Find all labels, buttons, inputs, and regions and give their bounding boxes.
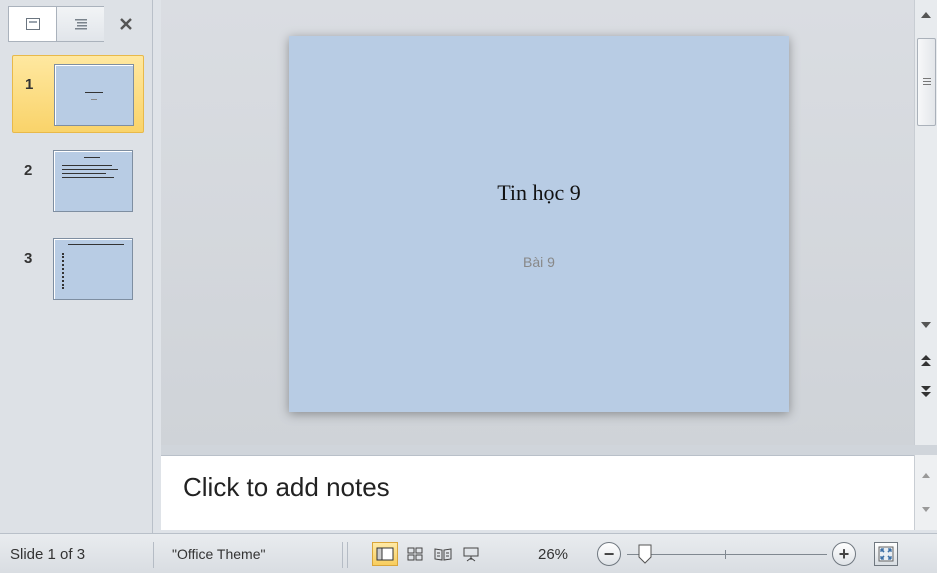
- reading-view-icon: [434, 548, 452, 561]
- normal-view-button[interactable]: [372, 542, 398, 566]
- slide-subtitle[interactable]: Bài 9: [289, 254, 789, 270]
- fit-to-window-icon: [878, 546, 894, 562]
- previous-slide-icon[interactable]: [920, 354, 932, 368]
- notes-scroll-up-icon[interactable]: [922, 473, 930, 478]
- outline-icon: [74, 19, 87, 30]
- scroll-up-arrow-icon[interactable]: [921, 12, 931, 18]
- slide-preview: [54, 64, 134, 126]
- slide-sorter-button[interactable]: [402, 542, 428, 566]
- vertical-scrollbar[interactable]: [914, 0, 937, 445]
- slide-preview: [53, 238, 133, 300]
- close-pane-button[interactable]: [104, 6, 148, 42]
- slides-pane: 1 2 3: [0, 0, 153, 533]
- slide-show-button[interactable]: [458, 542, 484, 566]
- notes-pane[interactable]: Click to add notes: [161, 455, 914, 530]
- slide-thumbnail-3[interactable]: 3: [12, 230, 144, 308]
- slide-editor-area[interactable]: Tin học 9 Bài 9: [161, 0, 914, 445]
- slide-thumbnail-1[interactable]: 1: [12, 55, 144, 133]
- theme-label[interactable]: "Office Theme": [172, 534, 265, 573]
- zoom-level-label[interactable]: 26%: [538, 534, 568, 573]
- zoom-in-button[interactable]: +: [832, 542, 856, 566]
- slide-count-label: Slide 1 of 3: [10, 545, 86, 563]
- pane-tabs: [8, 6, 148, 42]
- notes-scrollbar[interactable]: [914, 455, 937, 530]
- zoom-slider-track[interactable]: [627, 554, 827, 555]
- notes-placeholder[interactable]: Click to add notes: [183, 472, 390, 503]
- scroll-down-arrow-icon[interactable]: [921, 322, 931, 328]
- close-icon: [120, 18, 132, 30]
- slide-sorter-icon: [407, 547, 423, 561]
- fit-slide-button[interactable]: [874, 542, 898, 566]
- slide-title[interactable]: Tin học 9: [289, 180, 789, 206]
- minus-icon: −: [603, 543, 615, 564]
- slide-icon: [25, 18, 40, 30]
- zoom-slider-thumb[interactable]: [638, 544, 652, 564]
- plus-icon: +: [838, 543, 850, 564]
- slide-number: 1: [25, 76, 34, 93]
- next-slide-icon[interactable]: [920, 384, 932, 398]
- reading-view-button[interactable]: [430, 542, 456, 566]
- status-bar: Slide 1 of 3 "Office Theme" 26% − +: [0, 533, 937, 573]
- slide-number: 2: [24, 162, 33, 179]
- normal-view-icon: [376, 547, 394, 561]
- zoom-out-button[interactable]: −: [597, 542, 621, 566]
- outline-tab[interactable]: [56, 6, 104, 42]
- slide-preview: [53, 150, 133, 212]
- notes-scroll-down-icon[interactable]: [922, 507, 930, 512]
- pane-splitter[interactable]: [161, 445, 937, 455]
- slide-thumbnail-2[interactable]: 2: [12, 142, 144, 220]
- scroll-thumb[interactable]: [917, 38, 936, 126]
- slide-show-icon: [463, 547, 479, 562]
- slides-tab[interactable]: [8, 6, 56, 42]
- zoom-slider-midmark: [725, 550, 726, 559]
- current-slide[interactable]: Tin học 9 Bài 9: [289, 36, 789, 412]
- slide-number: 3: [24, 250, 33, 267]
